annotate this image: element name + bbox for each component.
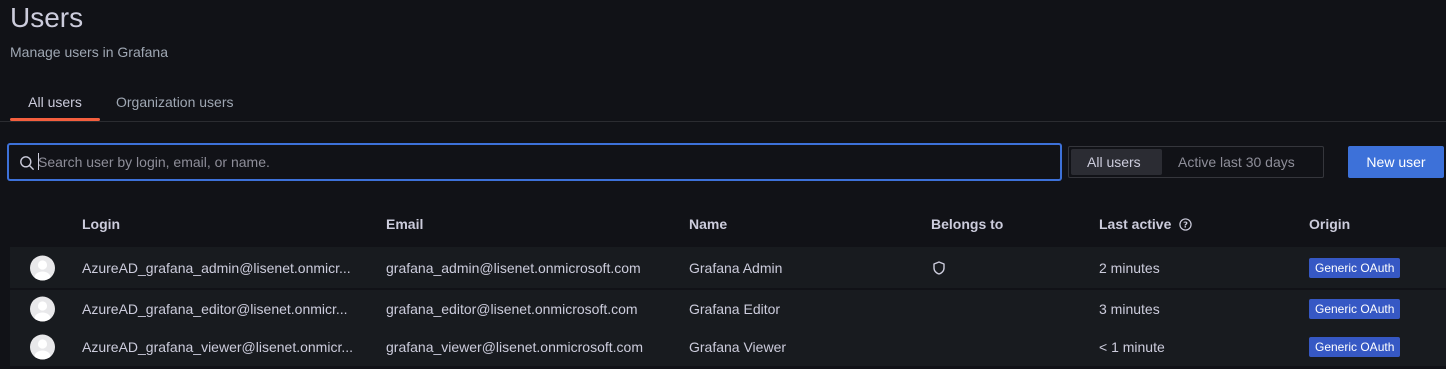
email-cell: grafana_admin@lisenet.onmicrosoft.com: [386, 259, 641, 276]
search-field[interactable]: [8, 144, 1061, 180]
tab-bar: All users Organization users: [0, 84, 1446, 122]
tab-all-users[interactable]: All users: [10, 84, 100, 121]
column-belongs-to: Belongs to: [931, 216, 1004, 232]
column-email[interactable]: Email: [386, 216, 423, 232]
origin-badge: Generic OAuth: [1309, 299, 1401, 319]
table-row[interactable]: AzureAD_grafana_viewer@lisenet.onmicr...…: [10, 328, 1446, 366]
svg-text:?: ?: [1183, 220, 1188, 230]
page-title: Users: [10, 2, 84, 33]
user-avatar-icon: [34, 339, 51, 360]
avatar: [30, 334, 55, 360]
column-last-active[interactable]: Last active: [1099, 216, 1171, 232]
page-subtitle: Manage users in Grafana: [10, 44, 168, 60]
search-input[interactable]: [38, 145, 1048, 179]
origin-badge: Generic OAuth: [1309, 257, 1401, 278]
last-active-cell: 2 minutes: [1099, 259, 1160, 276]
name-cell: Grafana Editor: [689, 301, 781, 317]
column-name[interactable]: Name: [689, 216, 727, 232]
user-filter-radio-group: All users Active last 30 days: [1068, 146, 1324, 178]
login-cell[interactable]: AzureAD_grafana_admin@lisenet.onmicr...: [82, 260, 372, 276]
last-active-cell: 3 minutes: [1099, 301, 1160, 317]
name-cell: Grafana Viewer: [689, 339, 787, 355]
email-cell: grafana_editor@lisenet.onmicrosoft.com: [386, 301, 638, 317]
login-cell[interactable]: AzureAD_grafana_editor@lisenet.onmicr...: [82, 301, 372, 317]
column-login[interactable]: Login: [82, 216, 120, 232]
last-active-cell: < 1 minute: [1099, 339, 1165, 355]
table-row[interactable]: AzureAD_grafana_editor@lisenet.onmicr...…: [10, 290, 1446, 328]
column-origin: Origin: [1309, 216, 1351, 232]
filter-active-last-30-days[interactable]: Active last 30 days: [1162, 149, 1311, 175]
name-cell: Grafana Admin: [689, 259, 783, 276]
avatar: [30, 296, 55, 322]
tab-organization-users[interactable]: Organization users: [116, 84, 234, 121]
new-user-button[interactable]: New user: [1348, 146, 1444, 178]
text-cursor: [38, 153, 39, 170]
shield-icon: [933, 260, 945, 275]
user-avatar-icon: [34, 301, 51, 322]
table-header: Login Email Name Belongs to Last active …: [0, 210, 1446, 240]
email-cell: grafana_viewer@lisenet.onmicrosoft.com: [386, 339, 643, 355]
avatar: [30, 255, 55, 280]
search-icon: [20, 156, 34, 170]
column-last-active-wrap: Last active ?: [1099, 216, 1192, 232]
filter-all-users[interactable]: All users: [1071, 149, 1162, 175]
origin-badge: Generic OAuth: [1309, 337, 1401, 357]
login-cell[interactable]: AzureAD_grafana_viewer@lisenet.onmicr...: [82, 339, 372, 355]
info-circle-icon[interactable]: ?: [1179, 218, 1192, 231]
table-row[interactable]: AzureAD_grafana_admin@lisenet.onmicr... …: [10, 247, 1446, 288]
user-avatar-icon: [34, 259, 51, 280]
